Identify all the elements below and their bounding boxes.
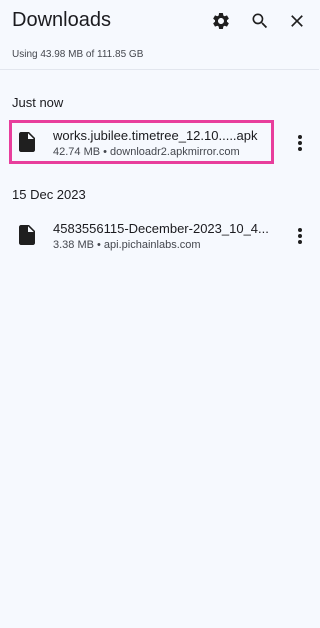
download-item[interactable]: works.jubilee.timetree_12.10.....apk 42.… (0, 120, 319, 165)
close-icon[interactable] (285, 9, 309, 33)
file-icon (16, 131, 38, 153)
file-icon (16, 224, 38, 246)
download-item[interactable]: 4583556115-December-2023_10_4... 3.38 MB… (0, 214, 319, 258)
divider (0, 69, 319, 70)
top-app-bar: Downloads (0, 0, 319, 42)
page-title: Downloads (12, 9, 111, 31)
file-meta: 3.38 MB • api.pichainlabs.com (53, 239, 201, 251)
file-meta: 42.74 MB • downloadr2.apkmirror.com (53, 146, 240, 158)
search-icon[interactable] (248, 9, 272, 33)
gear-icon[interactable] (209, 9, 233, 33)
more-options-icon[interactable] (290, 224, 310, 248)
section-header-15-dec-2023: 15 Dec 2023 (12, 187, 86, 202)
storage-usage: Using 43.98 MB of 111.85 GB (12, 49, 144, 60)
section-header-just-now: Just now (12, 95, 64, 110)
more-options-icon[interactable] (290, 131, 310, 155)
file-name: 4583556115-December-2023_10_4... (53, 221, 269, 236)
file-name: works.jubilee.timetree_12.10.....apk (53, 128, 258, 143)
